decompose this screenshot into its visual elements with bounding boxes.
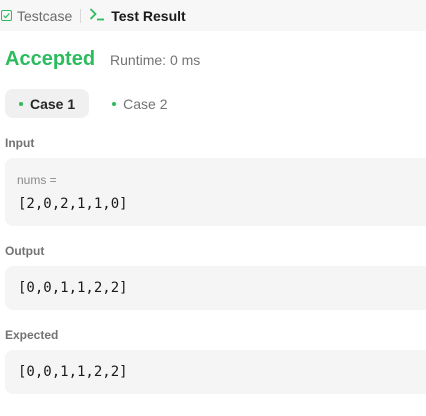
tab-test-result-label: Test Result [111, 7, 186, 24]
input-panel: nums = [2,0,2,1,1,0] [5, 158, 426, 226]
tab-testcase-label: Testcase [17, 7, 73, 24]
case-tab-2[interactable]: Case 2 [98, 89, 181, 118]
input-var-name: nums = [17, 173, 57, 187]
input-label: Input [5, 136, 35, 150]
case-tab-label: Case 1 [30, 95, 76, 112]
tab-divider [80, 8, 82, 23]
case-tab-label: Case 2 [123, 95, 168, 112]
output-panel: [0,0,1,1,2,2] [5, 266, 426, 310]
checkbox-check-icon [1, 8, 12, 24]
verdict-row: Accepted Runtime: 0 ms [5, 48, 200, 71]
expected-label: Expected [5, 328, 59, 342]
tab-test-result[interactable]: Test Result [89, 0, 186, 31]
expected-value: [0,0,1,1,2,2] [18, 364, 128, 380]
passed-dot-icon [112, 101, 117, 106]
case-tab-1[interactable]: Case 1 [5, 89, 90, 118]
tab-testcase[interactable]: Testcase [0, 0, 72, 31]
case-tabs: Case 1 Case 2 [5, 89, 182, 118]
runtime-text: Runtime: 0 ms [110, 52, 201, 68]
verdict-status: Accepted [5, 48, 96, 70]
terminal-icon [89, 7, 105, 24]
output-value: [0,0,1,1,2,2] [18, 280, 128, 296]
output-label: Output [5, 244, 45, 258]
result-tabbar: Testcase Test Result [0, 0, 426, 31]
expected-panel: [0,0,1,1,2,2] [5, 350, 426, 394]
input-value: [2,0,2,1,1,0] [18, 196, 128, 212]
passed-dot-icon [19, 101, 23, 106]
